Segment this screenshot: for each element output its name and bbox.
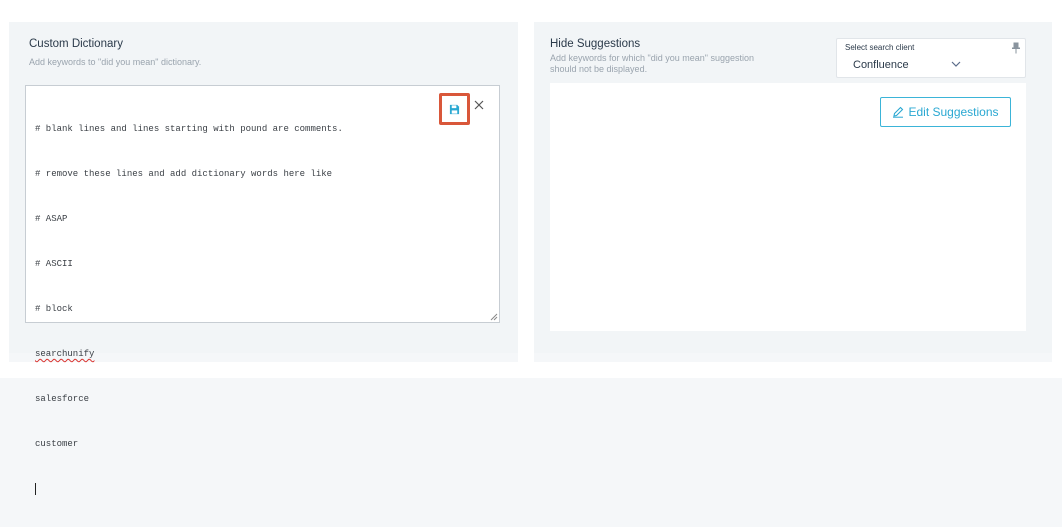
custom-dictionary-panel: Custom Dictionary Add keywords to "did y… (9, 22, 518, 495)
editor-line: # blank lines and lines starting with po… (35, 124, 343, 134)
right-edge (1052, 22, 1062, 362)
editor-lines: # blank lines and lines starting with po… (35, 92, 343, 527)
edit-suggestions-button[interactable]: Edit Suggestions (880, 97, 1011, 127)
resize-grip-icon[interactable] (489, 312, 498, 321)
hide-suggestions-title: Hide Suggestions (550, 38, 641, 50)
search-client-select[interactable]: Select search client Confluence (836, 38, 1026, 78)
close-button[interactable] (472, 98, 486, 112)
pin-icon[interactable] (1011, 42, 1021, 54)
save-button[interactable] (439, 93, 470, 125)
close-icon (474, 100, 484, 110)
left-edge (0, 22, 9, 362)
search-client-value: Confluence (853, 59, 909, 71)
top-strip (0, 0, 1062, 22)
editor-line: # ASCII (35, 259, 73, 269)
search-client-label: Select search client (845, 43, 915, 52)
editor-line: # block (35, 304, 73, 314)
custom-dictionary-subtitle: Add keywords to "did you mean" dictionar… (29, 57, 202, 67)
custom-dictionary-title: Custom Dictionary (29, 38, 123, 50)
dictionary-editor[interactable]: # blank lines and lines starting with po… (25, 85, 500, 495)
editor-line: # ASAP (35, 214, 68, 224)
text-caret (35, 482, 36, 495)
hide-suggestions-subtitle-2: should not be displayed. (550, 64, 648, 74)
editor-line: # remove these lines and add dictionary … (35, 169, 333, 179)
hide-suggestions-subtitle-1: Add keywords for which "did you mean" su… (550, 53, 754, 63)
pencil-icon (893, 106, 904, 118)
editor-line: searchunify (35, 347, 343, 362)
suggestions-area: Edit Suggestions (550, 83, 1026, 331)
floppy-disk-icon (449, 104, 460, 114)
editor-line: customer (35, 439, 79, 449)
chevron-down-icon (951, 61, 961, 67)
misspelled-word: searchunify (35, 349, 95, 359)
hide-suggestions-panel: Hide Suggestions Add keywords for which … (534, 22, 1052, 353)
panel-gap (518, 22, 534, 362)
edit-suggestions-label: Edit Suggestions (908, 105, 999, 119)
editor-line: salesforce (35, 394, 90, 404)
editor-line (35, 482, 343, 497)
